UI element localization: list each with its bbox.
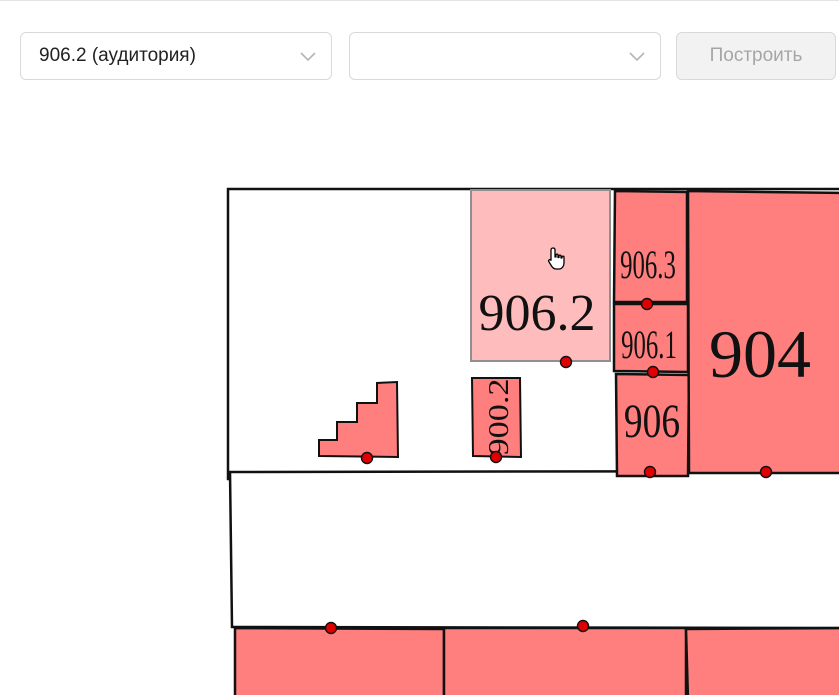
- room-label-900-2: 900.2: [482, 379, 514, 456]
- door-marker-icon: [759, 465, 773, 479]
- room-label-906-3: 906.3: [620, 243, 676, 287]
- floor-map[interactable]: 906.2 906.3 906.1 906 904 900.2: [0, 0, 839, 695]
- door-marker-icon: [324, 621, 338, 635]
- door-marker-icon: [489, 450, 503, 464]
- room-bottom-3[interactable]: [684, 626, 839, 695]
- room-label-906: 906: [624, 396, 680, 448]
- door-marker-icon: [640, 297, 654, 311]
- door-marker-icon: [559, 355, 573, 369]
- room-label-906-2: 906.2: [479, 285, 596, 342]
- door-marker-icon: [646, 365, 660, 379]
- door-marker-icon: [576, 619, 590, 633]
- room-label-904: 904: [709, 316, 811, 392]
- room-bottom-2[interactable]: [442, 626, 688, 695]
- door-marker-icon: [643, 465, 657, 479]
- room-label-906-1: 906.1: [621, 323, 677, 367]
- door-marker-icon: [360, 451, 374, 465]
- corridor: [228, 469, 839, 630]
- room-bottom-1[interactable]: [233, 626, 446, 695]
